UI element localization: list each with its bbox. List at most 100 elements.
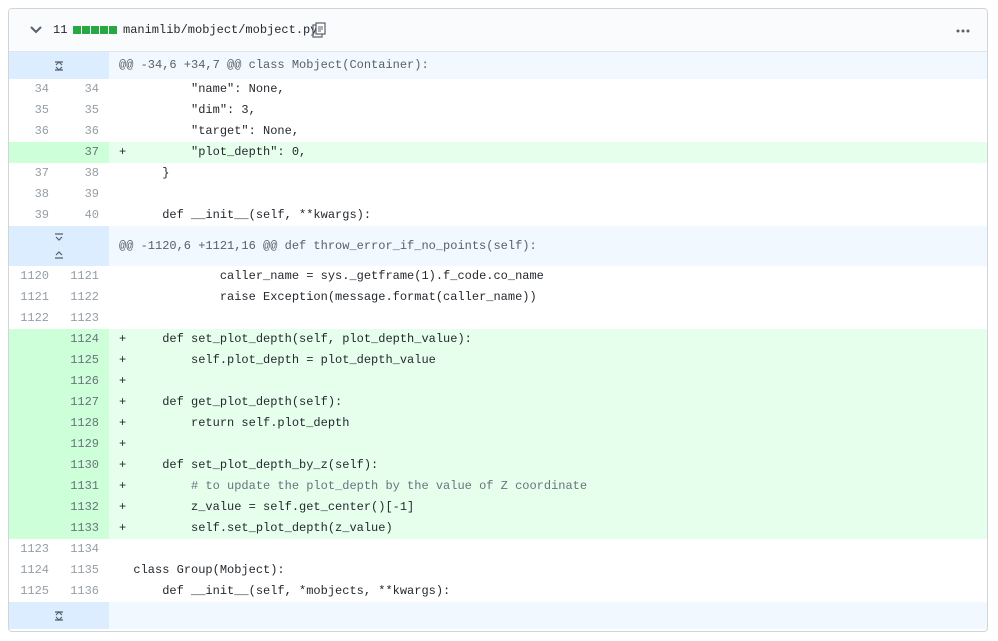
new-line-number[interactable]: 1133 — [59, 518, 109, 539]
new-line-number[interactable]: 1123 — [59, 308, 109, 329]
diff-line-added: 1125 + self.plot_depth = plot_depth_valu… — [9, 350, 987, 371]
old-line-number — [9, 518, 59, 539]
code-text: z_value = self.get_center()[-1] — [133, 500, 415, 514]
code-line: raise Exception(message.format(caller_na… — [109, 287, 987, 308]
old-line-number[interactable]: 1122 — [9, 308, 59, 329]
code-line: + self.plot_depth = plot_depth_value — [109, 350, 987, 371]
code-text: def __init__(self, **kwargs): — [133, 208, 372, 222]
old-line-number[interactable]: 1121 — [9, 287, 59, 308]
old-line-number — [9, 455, 59, 476]
new-line-number[interactable]: 39 — [59, 184, 109, 205]
new-line-number[interactable]: 1131 — [59, 476, 109, 497]
code-text: class Group(Mobject): — [133, 563, 285, 577]
new-line-number[interactable]: 1121 — [59, 266, 109, 287]
hunk-header: @@ -1120,6 +1121,16 @@ def throw_error_i… — [9, 226, 987, 266]
diffstat-block — [91, 26, 99, 34]
expand-down-icon[interactable] — [52, 233, 66, 243]
old-line-number[interactable]: 1123 — [9, 539, 59, 560]
old-line-number — [9, 434, 59, 455]
code-line: caller_name = sys._getframe(1).f_code.co… — [109, 266, 987, 287]
expand-up-button[interactable] — [9, 52, 109, 79]
diff-line-added: 1133 + self.set_plot_depth(z_value) — [9, 518, 987, 539]
new-line-number[interactable]: 35 — [59, 100, 109, 121]
diff-line: 37 38 } — [9, 163, 987, 184]
code-line: class Group(Mobject): — [109, 560, 987, 581]
code-line: + — [109, 371, 987, 392]
diff-line-added: 1127 + def get_plot_depth(self): — [9, 392, 987, 413]
new-line-number[interactable]: 1124 — [59, 329, 109, 350]
old-line-number — [9, 329, 59, 350]
new-line-number[interactable]: 1127 — [59, 392, 109, 413]
new-line-number[interactable]: 38 — [59, 163, 109, 184]
old-line-number — [9, 371, 59, 392]
old-line-number[interactable]: 1120 — [9, 266, 59, 287]
copy-icon[interactable] — [312, 22, 326, 38]
new-line-number[interactable]: 1128 — [59, 413, 109, 434]
file-header: 11 manimlib/mobject/mobject.py — [9, 9, 987, 52]
code-line: } — [109, 163, 987, 184]
new-line-number[interactable]: 1132 — [59, 497, 109, 518]
diff-line: 38 39 — [9, 184, 987, 205]
diffstat-block — [73, 26, 81, 34]
old-line-number[interactable]: 38 — [9, 184, 59, 205]
new-line-number[interactable]: 1126 — [59, 371, 109, 392]
chevron-down-icon[interactable] — [29, 23, 43, 37]
diff-line-added: 1130 + def set_plot_depth_by_z(self): — [9, 455, 987, 476]
code-line: + z_value = self.get_center()[-1] — [109, 497, 987, 518]
more-options-icon[interactable] — [955, 23, 971, 39]
code-line: "dim": 3, — [109, 100, 987, 121]
new-line-number[interactable]: 36 — [59, 121, 109, 142]
diff-line: 35 35 "dim": 3, — [9, 100, 987, 121]
diff-sign: + — [119, 458, 127, 472]
expand-up-icon[interactable] — [52, 249, 66, 259]
diff-line: 1121 1122 raise Exception(message.format… — [9, 287, 987, 308]
old-line-number[interactable]: 37 — [9, 163, 59, 184]
diff-line-added: 1132 + z_value = self.get_center()[-1] — [9, 497, 987, 518]
new-line-number[interactable]: 34 — [59, 79, 109, 100]
diff-table: @@ -34,6 +34,7 @@ class Mobject(Containe… — [9, 52, 987, 629]
diff-line: 34 34 "name": None, — [9, 79, 987, 100]
expand-footer — [9, 602, 987, 629]
diff-sign: + — [119, 479, 127, 493]
old-line-number[interactable]: 35 — [9, 100, 59, 121]
new-line-number[interactable]: 1129 — [59, 434, 109, 455]
expand-buttons[interactable] — [9, 226, 109, 266]
old-line-number[interactable]: 36 — [9, 121, 59, 142]
hunk-header-text: @@ -1120,6 +1121,16 @@ def throw_error_i… — [109, 226, 987, 266]
diff-line: 36 36 "target": None, — [9, 121, 987, 142]
diff-line-added: 1129 + — [9, 434, 987, 455]
code-line: + — [109, 434, 987, 455]
new-line-number[interactable]: 1125 — [59, 350, 109, 371]
expand-down-button[interactable] — [9, 602, 109, 629]
new-line-number[interactable]: 1134 — [59, 539, 109, 560]
code-text: def set_plot_depth(self, plot_depth_valu… — [133, 332, 472, 346]
old-line-number[interactable]: 1124 — [9, 560, 59, 581]
old-line-number[interactable]: 34 — [9, 79, 59, 100]
new-line-number[interactable]: 1130 — [59, 455, 109, 476]
diff-line: 39 40 def __init__(self, **kwargs): — [9, 205, 987, 226]
diff-sign: + — [119, 416, 127, 430]
code-line: + # to update the plot_depth by the valu… — [109, 476, 987, 497]
old-line-number[interactable]: 39 — [9, 205, 59, 226]
new-line-number[interactable]: 1122 — [59, 287, 109, 308]
hunk-header: @@ -34,6 +34,7 @@ class Mobject(Containe… — [9, 52, 987, 79]
diff-file: 11 manimlib/mobject/mobject.py @@ -34,6 … — [8, 8, 988, 632]
file-path[interactable]: manimlib/mobject/mobject.py — [123, 23, 317, 37]
diff-line: 1122 1123 — [9, 308, 987, 329]
old-line-number[interactable]: 1125 — [9, 581, 59, 602]
old-line-number — [9, 350, 59, 371]
diffstat-blocks — [73, 26, 117, 34]
diff-line-added: 1124 + def set_plot_depth(self, plot_dep… — [9, 329, 987, 350]
code-text: "plot_depth": 0, — [133, 145, 307, 159]
code-line: "target": None, — [109, 121, 987, 142]
expand-icon — [55, 60, 63, 71]
new-line-number[interactable]: 1136 — [59, 581, 109, 602]
diff-sign: + — [119, 374, 127, 388]
code-text: def get_plot_depth(self): — [133, 395, 343, 409]
code-text: def set_plot_depth_by_z(self): — [133, 458, 379, 472]
new-line-number[interactable]: 37 — [59, 142, 109, 163]
new-line-number[interactable]: 40 — [59, 205, 109, 226]
new-line-number[interactable]: 1135 — [59, 560, 109, 581]
